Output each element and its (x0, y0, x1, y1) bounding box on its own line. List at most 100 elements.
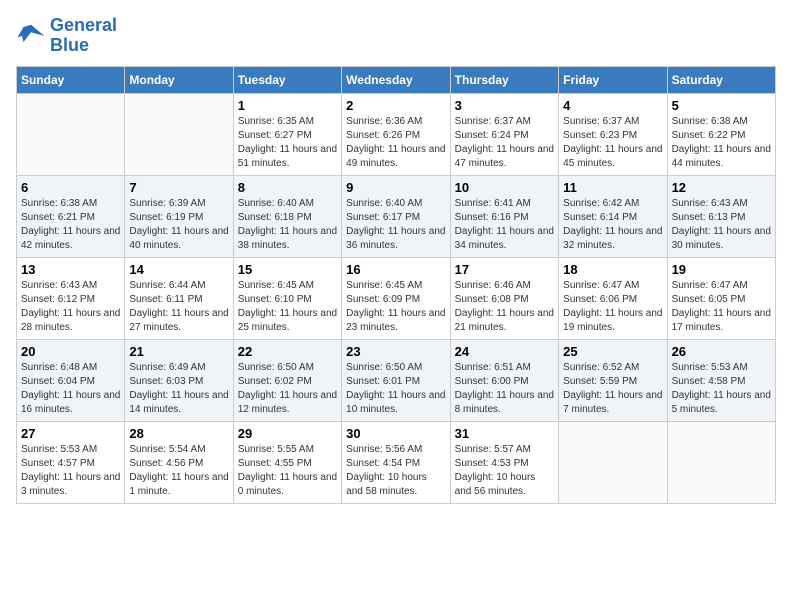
day-number: 15 (238, 262, 337, 277)
calendar-cell: 21Sunrise: 6:49 AM Sunset: 6:03 PM Dayli… (125, 339, 233, 421)
day-number: 23 (346, 344, 446, 359)
day-info: Sunrise: 6:40 AM Sunset: 6:17 PM Dayligh… (346, 197, 446, 253)
calendar-cell: 10 Sunrise: 6:41 AM Sunset: 6:16 PM Dayli… (450, 175, 559, 257)
day-info: Sunrise: 6:47 AM Sunset: 6:06 PM Dayligh… (563, 279, 662, 335)
calendar-cell: 29Sunrise: 5:55 AM Sunset: 4:55 PM Dayli… (233, 421, 341, 503)
day-header-tuesday: Tuesday (233, 66, 341, 93)
calendar-cell: 17 Sunrise: 6:46 AM Sunset: 6:08 PM Dayli… (450, 257, 559, 339)
calendar-cell: 6 Sunrise: 6:38 AM Sunset: 6:21 PM Daylig… (17, 175, 125, 257)
day-number: 26 (672, 344, 771, 359)
day-info: Sunrise: 6:37 AM Sunset: 6:23 PM Dayligh… (563, 115, 662, 171)
day-info: Sunrise: 5:53 AM Sunset: 4:58 PM Dayligh… (672, 361, 771, 417)
day-number: 12 (672, 180, 771, 195)
day-info: Sunrise: 6:40 AM Sunset: 6:18 PM Dayligh… (238, 197, 337, 253)
calendar-cell: 16Sunrise: 6:45 AM Sunset: 6:09 PM Dayli… (342, 257, 451, 339)
day-number: 17 (455, 262, 555, 277)
calendar-cell: 13 Sunrise: 6:43 AM Sunset: 6:12 PM Dayli… (17, 257, 125, 339)
page-header: General Blue (16, 16, 776, 56)
day-info: Sunrise: 6:38 AM Sunset: 6:21 PM Dayligh… (21, 197, 120, 253)
calendar-cell: 31 Sunrise: 5:57 AM Sunset: 4:53 PM Dayli… (450, 421, 559, 503)
day-info: Sunrise: 6:38 AM Sunset: 6:22 PM Dayligh… (672, 115, 771, 171)
calendar-cell: 12 Sunrise: 6:43 AM Sunset: 6:13 PM Dayli… (667, 175, 775, 257)
day-info: Sunrise: 6:51 AM Sunset: 6:00 PM Dayligh… (455, 361, 555, 417)
calendar-table: SundayMondayTuesdayWednesdayThursdayFrid… (16, 66, 776, 504)
day-number: 20 (21, 344, 120, 359)
day-number: 5 (672, 98, 771, 113)
calendar-week-row: 27Sunrise: 5:53 AM Sunset: 4:57 PM Dayli… (17, 421, 776, 503)
day-number: 4 (563, 98, 662, 113)
calendar-cell: 28Sunrise: 5:54 AM Sunset: 4:56 PM Dayli… (125, 421, 233, 503)
day-header-monday: Monday (125, 66, 233, 93)
calendar-cell (559, 421, 667, 503)
day-info: Sunrise: 6:47 AM Sunset: 6:05 PM Dayligh… (672, 279, 771, 335)
day-number: 18 (563, 262, 662, 277)
day-info: Sunrise: 6:50 AM Sunset: 6:02 PM Dayligh… (238, 361, 337, 417)
day-number: 19 (672, 262, 771, 277)
day-header-thursday: Thursday (450, 66, 559, 93)
calendar-week-row: 1Sunrise: 6:35 AM Sunset: 6:27 PM Daylig… (17, 93, 776, 175)
day-info: Sunrise: 6:50 AM Sunset: 6:01 PM Dayligh… (346, 361, 446, 417)
calendar-cell: 18 Sunrise: 6:47 AM Sunset: 6:06 PM Dayli… (559, 257, 667, 339)
calendar-cell: 26 Sunrise: 5:53 AM Sunset: 4:58 PM Dayli… (667, 339, 775, 421)
calendar-cell: 14 Sunrise: 6:44 AM Sunset: 6:11 PM Dayli… (125, 257, 233, 339)
day-info: Sunrise: 6:44 AM Sunset: 6:11 PM Dayligh… (129, 279, 228, 335)
calendar-cell: 9 Sunrise: 6:40 AM Sunset: 6:17 PM Daylig… (342, 175, 451, 257)
day-number: 11 (563, 180, 662, 195)
day-info: Sunrise: 6:41 AM Sunset: 6:16 PM Dayligh… (455, 197, 555, 253)
day-info: Sunrise: 6:35 AM Sunset: 6:27 PM Dayligh… (238, 115, 337, 171)
calendar-week-row: 20 Sunrise: 6:48 AM Sunset: 6:04 PM Dayli… (17, 339, 776, 421)
calendar-cell: 2 Sunrise: 6:36 AM Sunset: 6:26 PM Daylig… (342, 93, 451, 175)
day-header-sunday: Sunday (17, 66, 125, 93)
day-info: Sunrise: 6:36 AM Sunset: 6:26 PM Dayligh… (346, 115, 446, 171)
day-info: Sunrise: 6:39 AM Sunset: 6:19 PM Dayligh… (129, 197, 228, 253)
day-number: 22 (238, 344, 337, 359)
calendar-cell: 23 Sunrise: 6:50 AM Sunset: 6:01 PM Dayli… (342, 339, 451, 421)
day-info: Sunrise: 5:56 AM Sunset: 4:54 PM Dayligh… (346, 443, 446, 499)
day-info: Sunrise: 6:52 AM Sunset: 5:59 PM Dayligh… (563, 361, 662, 417)
day-number: 25 (563, 344, 662, 359)
calendar-cell (125, 93, 233, 175)
day-info: Sunrise: 6:43 AM Sunset: 6:13 PM Dayligh… (672, 197, 771, 253)
day-number: 9 (346, 180, 446, 195)
day-number: 30 (346, 426, 446, 441)
day-number: 6 (21, 180, 120, 195)
calendar-header-row: SundayMondayTuesdayWednesdayThursdayFrid… (17, 66, 776, 93)
calendar-cell: 11 Sunrise: 6:42 AM Sunset: 6:14 PM Dayli… (559, 175, 667, 257)
day-number: 31 (455, 426, 555, 441)
calendar-cell: 15 Sunrise: 6:45 AM Sunset: 6:10 PM Dayli… (233, 257, 341, 339)
calendar-cell: 3 Sunrise: 6:37 AM Sunset: 6:24 PM Daylig… (450, 93, 559, 175)
day-info: Sunrise: 6:45 AM Sunset: 6:10 PM Dayligh… (238, 279, 337, 335)
day-number: 16 (346, 262, 446, 277)
day-number: 24 (455, 344, 555, 359)
calendar-cell: 22 Sunrise: 6:50 AM Sunset: 6:02 PM Dayli… (233, 339, 341, 421)
calendar-cell: 20 Sunrise: 6:48 AM Sunset: 6:04 PM Dayli… (17, 339, 125, 421)
calendar-cell: 27Sunrise: 5:53 AM Sunset: 4:57 PM Dayli… (17, 421, 125, 503)
day-info: Sunrise: 6:46 AM Sunset: 6:08 PM Dayligh… (455, 279, 555, 335)
day-header-wednesday: Wednesday (342, 66, 451, 93)
day-info: Sunrise: 5:54 AM Sunset: 4:56 PM Dayligh… (129, 443, 228, 499)
calendar-cell: 4 Sunrise: 6:37 AM Sunset: 6:23 PM Daylig… (559, 93, 667, 175)
day-info: Sunrise: 6:42 AM Sunset: 6:14 PM Dayligh… (563, 197, 662, 253)
calendar-cell: 25 Sunrise: 6:52 AM Sunset: 5:59 PM Dayli… (559, 339, 667, 421)
day-info: Sunrise: 5:57 AM Sunset: 4:53 PM Dayligh… (455, 443, 555, 499)
calendar-cell: 1Sunrise: 6:35 AM Sunset: 6:27 PM Daylig… (233, 93, 341, 175)
day-number: 13 (21, 262, 120, 277)
day-info: Sunrise: 6:37 AM Sunset: 6:24 PM Dayligh… (455, 115, 555, 171)
calendar-cell: 7Sunrise: 6:39 AM Sunset: 6:19 PM Daylig… (125, 175, 233, 257)
calendar-week-row: 6 Sunrise: 6:38 AM Sunset: 6:21 PM Daylig… (17, 175, 776, 257)
day-info: Sunrise: 6:43 AM Sunset: 6:12 PM Dayligh… (21, 279, 120, 335)
day-number: 29 (238, 426, 337, 441)
day-number: 21 (129, 344, 228, 359)
day-info: Sunrise: 6:48 AM Sunset: 6:04 PM Dayligh… (21, 361, 120, 417)
day-number: 8 (238, 180, 337, 195)
calendar-cell: 19 Sunrise: 6:47 AM Sunset: 6:05 PM Dayli… (667, 257, 775, 339)
calendar-cell: 8 Sunrise: 6:40 AM Sunset: 6:18 PM Daylig… (233, 175, 341, 257)
day-info: Sunrise: 5:53 AM Sunset: 4:57 PM Dayligh… (21, 443, 120, 499)
calendar-cell (17, 93, 125, 175)
day-number: 2 (346, 98, 446, 113)
day-number: 10 (455, 180, 555, 195)
logo-icon (16, 21, 46, 51)
day-number: 3 (455, 98, 555, 113)
day-number: 14 (129, 262, 228, 277)
day-header-friday: Friday (559, 66, 667, 93)
